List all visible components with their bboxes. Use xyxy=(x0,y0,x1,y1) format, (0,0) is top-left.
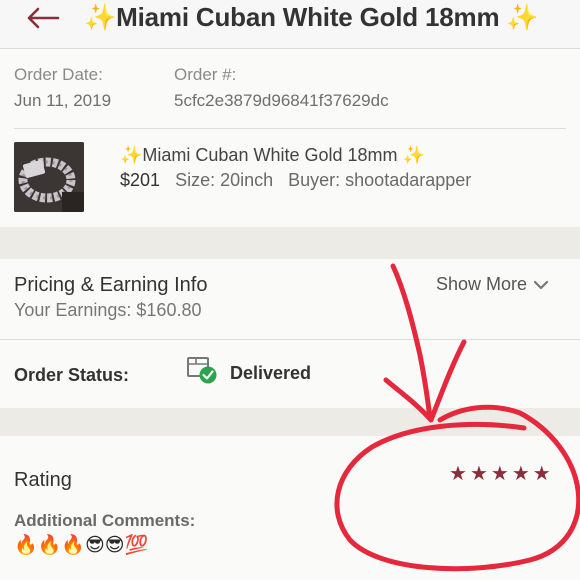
order-status-label: Order Status: xyxy=(14,365,130,385)
show-more-button[interactable]: Show More xyxy=(436,274,549,295)
divider xyxy=(14,128,566,129)
order-number-label: Order #: xyxy=(174,65,237,84)
pricing-status-panel: Pricing & Earning Info Your Earnings: $1… xyxy=(0,259,580,408)
page-title: ✨Miami Cuban White Gold 18mm ✨ xyxy=(84,2,539,32)
order-status-value: Delivered xyxy=(230,363,312,383)
chevron-down-icon xyxy=(533,281,549,290)
section-gap xyxy=(0,408,580,436)
pricing-title: Pricing & Earning Info xyxy=(14,274,208,296)
product-size: Size: 20inch xyxy=(175,170,274,190)
star-rating: ★ ★ ★ ★ ★ xyxy=(449,464,551,484)
order-date-value: Jun 11, 2019 xyxy=(14,91,112,110)
order-date-label: Order Date: xyxy=(14,65,103,84)
section-gap xyxy=(0,227,580,259)
product-title[interactable]: ✨Miami Cuban White Gold 18mm ✨ xyxy=(120,145,425,166)
comment-emojis: 🔥🔥🔥😎😎💯 xyxy=(14,535,149,556)
back-arrow-icon[interactable] xyxy=(26,7,60,29)
star-icon: ★ xyxy=(469,463,488,485)
star-icon: ★ xyxy=(532,463,551,485)
rating-label: Rating xyxy=(14,469,72,491)
product-details: $201 Size: 20inch Buyer: shootadarapper xyxy=(120,170,471,191)
product-buyer: Buyer: shootadarapper xyxy=(288,170,472,190)
show-more-label: Show More xyxy=(436,274,528,294)
star-icon: ★ xyxy=(511,463,530,485)
product-thumbnail[interactable] xyxy=(14,142,84,212)
order-number-value: 5cfc2e3879d96841f37629dc xyxy=(174,91,389,110)
divider xyxy=(0,339,580,340)
rating-panel: Rating ★ ★ ★ ★ ★ Additional Comments: 🔥🔥🔥😎😎💯 xyxy=(0,436,580,580)
star-icon: ★ xyxy=(449,463,467,485)
order-summary-panel: Order Date: Jun 11, 2019 Order #: 5cfc2e… xyxy=(0,49,580,227)
app-header: ✨Miami Cuban White Gold 18mm ✨ xyxy=(0,0,580,49)
additional-comments-label: Additional Comments: xyxy=(14,511,196,530)
package-delivered-icon xyxy=(187,357,217,384)
star-icon: ★ xyxy=(490,463,509,485)
product-price: $201 xyxy=(120,170,161,190)
earnings-text: Your Earnings: $160.80 xyxy=(14,300,202,320)
